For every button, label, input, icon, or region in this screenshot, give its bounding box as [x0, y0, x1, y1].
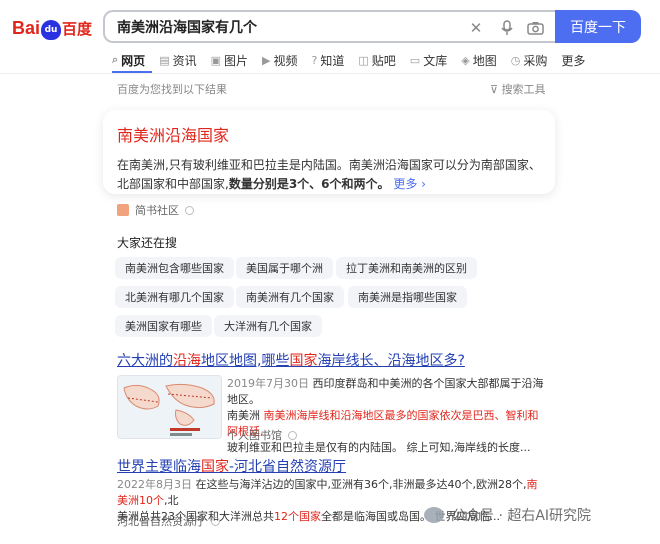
- title-part: 六大洲的: [117, 353, 173, 369]
- result-source[interactable]: 个人图书馆: [227, 427, 297, 443]
- related-chip[interactable]: 南美洲包含哪些国家: [115, 257, 234, 279]
- title-part: 世界主要临海: [117, 459, 201, 475]
- clear-icon[interactable]: ✕: [467, 19, 485, 37]
- tab-label: 更多: [561, 53, 586, 68]
- tab-more[interactable]: 更多: [561, 50, 585, 70]
- result-title[interactable]: 世界主要临海国家-河北省自然资源厅: [117, 456, 346, 476]
- search-icon: ⌕: [112, 53, 119, 66]
- logo-text-bai: Bai: [12, 17, 41, 38]
- tab-map[interactable]: ◈ 地图: [461, 50, 496, 70]
- tab-label: 贴吧: [371, 53, 396, 68]
- tab-label: 地图: [472, 53, 497, 68]
- title-highlight: 国家: [289, 353, 318, 369]
- title-part: 地区地图,哪些: [201, 353, 290, 369]
- title-part: 海岸线长、沿海地区多?: [317, 353, 465, 369]
- header-divider: [0, 73, 660, 74]
- snippet-text: 全都是临海国或岛国。: [321, 510, 431, 523]
- related-chip[interactable]: 南美洲有几个国家: [236, 286, 344, 308]
- tab-tieba[interactable]: ◫ 贴吧: [358, 50, 395, 70]
- related-chip[interactable]: 大洋洲有几个国家: [214, 315, 322, 337]
- watermark: 公众号 · 超右AI研究院: [424, 505, 591, 525]
- result-thumbnail[interactable]: [117, 375, 222, 439]
- result-date: 2022年8月3日: [117, 478, 192, 491]
- source-name: 简书社区: [135, 204, 179, 217]
- info-circle-icon[interactable]: [288, 430, 297, 440]
- search-tabs: ⌕ 网页 ▤ 资讯 ▣ 图片 ▶ 视频 ? 知道 ◫ 贴吧 ▭ 文库 ◈ 地图 ◷ 采购 更多: [112, 50, 599, 70]
- logo-text-cn: 百度: [62, 19, 93, 38]
- info-circle-icon[interactable]: [211, 516, 220, 526]
- snippet-highlight: 12个国家: [274, 510, 321, 523]
- result-date: 2019年7月30日: [227, 377, 309, 390]
- related-title: 大家还在搜: [117, 236, 178, 250]
- related-chip[interactable]: 北美洲有哪几个国家: [115, 286, 234, 308]
- title-highlight: 国家: [201, 459, 229, 475]
- baidu-logo[interactable]: Bai du 百度: [12, 14, 92, 42]
- tab-label: 知道: [320, 53, 345, 68]
- answer-title[interactable]: 南美洲沿海国家: [117, 122, 541, 146]
- answer-text: 在南美洲,只有玻利维亚和巴拉圭是内陆国。南美洲沿海国家可以分为南部国家、北部国家…: [117, 156, 541, 194]
- wechat-icon: [424, 507, 444, 523]
- watermark-text: 公众号 · 超右AI研究院: [452, 508, 592, 524]
- search-tools-label: 搜索工具: [501, 83, 546, 96]
- tab-news[interactable]: ▤ 资讯: [159, 50, 196, 70]
- tab-web[interactable]: ⌕ 网页: [112, 50, 145, 70]
- source-name: 河北省自然资源厅: [117, 515, 205, 528]
- title-highlight: 沿海: [173, 353, 201, 369]
- related-chip[interactable]: 美国属于哪个洲: [236, 257, 333, 279]
- result-source[interactable]: 河北省自然资源厅: [117, 513, 220, 529]
- search-button[interactable]: 百度一下: [555, 10, 641, 43]
- source-logo-icon: [117, 204, 129, 216]
- info-circle-icon[interactable]: [185, 205, 194, 215]
- tab-shop[interactable]: ◷ 采购: [511, 50, 548, 70]
- question-icon: ?: [311, 53, 318, 67]
- news-icon: ▤: [159, 53, 170, 67]
- source-name: 个人图书馆: [227, 429, 282, 442]
- answer-source[interactable]: 简书社区: [117, 202, 194, 218]
- tab-video[interactable]: ▶ 视频: [262, 50, 297, 70]
- camera-icon[interactable]: [526, 19, 544, 37]
- title-part: -河北省自然资源厅: [229, 459, 347, 475]
- tab-label: 文库: [423, 53, 448, 68]
- forum-icon: ◫: [358, 53, 369, 67]
- snippet-text: 在这些与海洋沾边的国家中,亚洲有36个,非洲最多达40个,欧洲28个,: [195, 478, 527, 491]
- result-snippet: 2019年7月30日 西印度群岛和中美洲的各个国家大部都属于沿海地区。 南美洲 …: [227, 376, 547, 456]
- tab-images[interactable]: ▣ 图片: [211, 50, 248, 70]
- tab-label: 图片: [224, 53, 249, 68]
- tab-label: 网页: [121, 53, 146, 68]
- snippet-text: 南美洲: [227, 409, 260, 422]
- tab-zhidao[interactable]: ? 知道: [312, 50, 345, 70]
- image-icon: ▣: [210, 53, 222, 67]
- snippet-text: ,北: [164, 494, 179, 507]
- paw-icon: du: [41, 20, 61, 40]
- results-hint: 百度为您找到以下结果: [117, 83, 227, 96]
- map-icon: ◈: [461, 53, 470, 67]
- related-chip[interactable]: 美洲国家有哪些: [115, 315, 212, 337]
- video-icon: ▶: [262, 53, 271, 67]
- result-title[interactable]: 六大洲的沿海地区地图,哪些国家海岸线长、沿海地区多?: [117, 350, 465, 370]
- more-link[interactable]: 更多 ›: [393, 177, 426, 191]
- tab-label: 采购: [523, 53, 548, 68]
- shop-icon: ◷: [510, 53, 521, 67]
- doc-icon: ▭: [409, 53, 421, 67]
- microphone-icon[interactable]: [498, 19, 516, 37]
- search-tools[interactable]: ⊽ 搜索工具: [490, 81, 546, 97]
- answer-card: 南美洲沿海国家 在南美洲,只有玻利维亚和巴拉圭是内陆国。南美洲沿海国家可以分为南…: [103, 110, 555, 194]
- answer-text-bold: 数量分别是3个、6个和两个。: [228, 177, 390, 191]
- search-input[interactable]: [117, 18, 457, 35]
- related-chip[interactable]: 南美洲是指哪些国家: [348, 286, 467, 308]
- search-box: ✕: [103, 10, 555, 43]
- tab-label: 资讯: [172, 53, 197, 68]
- tab-wenku[interactable]: ▭ 文库: [410, 50, 447, 70]
- related-chip[interactable]: 拉丁美洲和南美洲的区别: [336, 257, 477, 279]
- tab-label: 视频: [273, 53, 298, 68]
- filter-icon: ⊽: [490, 83, 502, 96]
